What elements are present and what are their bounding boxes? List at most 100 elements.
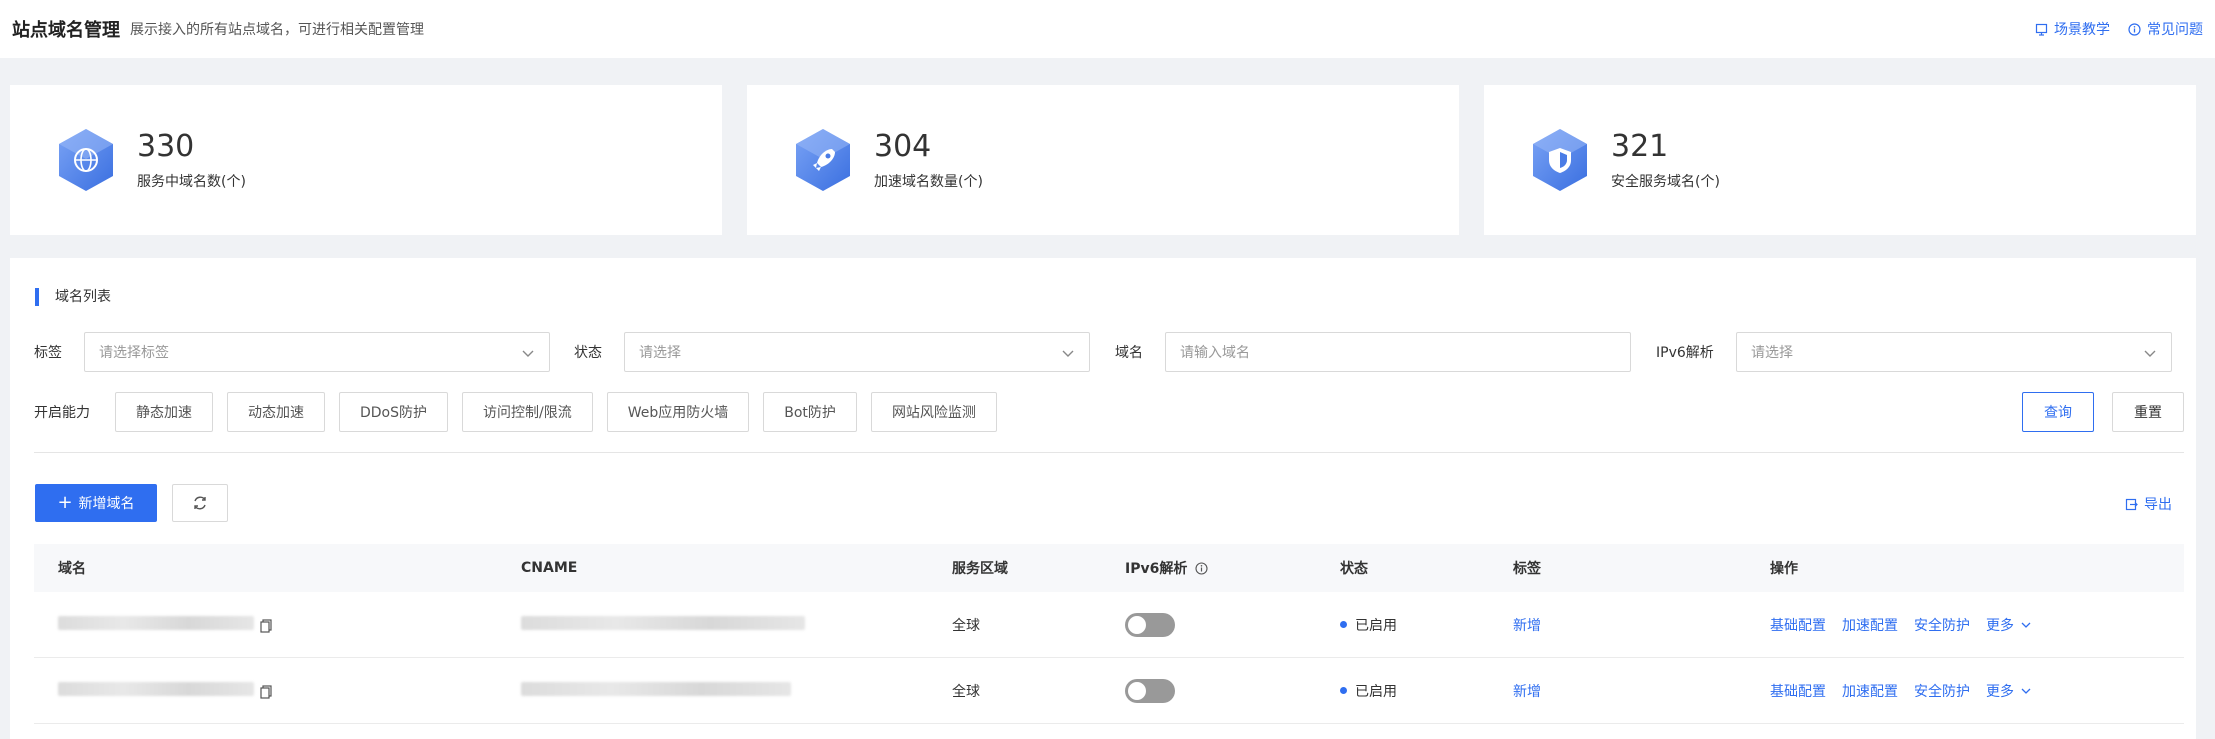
- chevron-down-icon: [1062, 350, 1074, 357]
- actions-cell: 基础配置 加速配置 安全防护 更多: [1770, 681, 2184, 701]
- basic-config-link[interactable]: 基础配置: [1770, 681, 1826, 701]
- tag-add-link[interactable]: 新增: [1513, 681, 1770, 701]
- reset-button[interactable]: 重置: [2112, 392, 2184, 432]
- tag-select[interactable]: 请选择标签: [84, 332, 550, 372]
- export-icon: [2125, 498, 2138, 510]
- status-select[interactable]: 请选择: [624, 332, 1090, 372]
- info-icon[interactable]: [1195, 561, 1208, 575]
- stats-row: 330 服务中域名数(个) 304 加速域名数量(个) 321 安全服务域名(个…: [10, 85, 2196, 235]
- cname-cell: [521, 615, 952, 634]
- ipv6-toggle[interactable]: [1125, 678, 1175, 703]
- ipv6-select[interactable]: 请选择: [1736, 332, 2172, 372]
- col-actions: 操作: [1770, 561, 1798, 577]
- tutorial-link[interactable]: 场景教学: [2035, 19, 2110, 39]
- rocket-icon: [792, 127, 854, 193]
- capability-row: 开启能力 静态加速 动态加速 DDoS防护 访问控制/限流 Web应用防火墙 B…: [34, 392, 2184, 432]
- add-domain-label: 新增域名: [78, 496, 135, 512]
- filter-row: 标签 请选择标签 状态 请选择 域名 请输入域名 IPv6解析 请选择: [34, 332, 2184, 372]
- export-link[interactable]: 导出: [2125, 494, 2172, 514]
- status-cell: 已启用: [1340, 615, 1513, 635]
- stat-label: 服务中域名数(个): [137, 173, 246, 190]
- faq-link[interactable]: 常见问题: [2128, 19, 2203, 39]
- stat-label: 加速域名数量(个): [874, 173, 983, 190]
- query-button[interactable]: 查询: [2022, 392, 2094, 432]
- status-text: 已启用: [1355, 683, 1397, 700]
- actions-cell: 基础配置 加速配置 安全防护 更多: [1770, 615, 2184, 635]
- capability-static-accel[interactable]: 静态加速: [115, 392, 213, 432]
- capability-risk-monitor[interactable]: 网站风险监测: [870, 392, 997, 432]
- redacted-cname: [521, 615, 805, 630]
- chevron-down-icon: [2021, 688, 2031, 694]
- status-filter-label: 状态: [574, 345, 602, 361]
- table-header: 域名 CNAME 服务区域 IPv6解析 状态 标签 操作: [34, 544, 2184, 592]
- status-dot: [1340, 621, 1347, 628]
- stat-card-serving: 330 服务中域名数(个): [10, 85, 722, 235]
- capability-waf[interactable]: Web应用防火墙: [606, 392, 750, 432]
- domain-filter-label: 域名: [1115, 345, 1143, 361]
- stat-value: 304: [874, 128, 932, 164]
- capability-dynamic-accel[interactable]: 动态加速: [227, 392, 325, 432]
- chevron-down-icon: [522, 350, 534, 357]
- copy-icon[interactable]: [260, 684, 273, 699]
- domain-cell: [34, 615, 521, 634]
- domain-table: 域名 CNAME 服务区域 IPv6解析 状态 标签 操作 全球 已启用 新增 …: [34, 544, 2184, 724]
- col-region: 服务区域: [952, 561, 1008, 577]
- faq-link-label: 常见问题: [2147, 22, 2203, 38]
- col-tag: 标签: [1513, 561, 1541, 577]
- more-dropdown[interactable]: 更多: [1986, 681, 2032, 701]
- status-text: 已启用: [1355, 617, 1397, 634]
- domain-input[interactable]: 请输入域名: [1165, 332, 1631, 372]
- info-icon: [2128, 22, 2141, 36]
- header-links: 场景教学 常见问题: [2035, 19, 2203, 39]
- region-cell: 全球: [952, 617, 980, 634]
- copy-icon[interactable]: [260, 618, 273, 633]
- region-cell: 全球: [952, 683, 980, 700]
- col-ipv6-label: IPv6解析: [1125, 561, 1188, 577]
- redacted-domain: [58, 681, 254, 696]
- globe-icon: [55, 127, 117, 193]
- ipv6-filter-label: IPv6解析: [1656, 345, 1714, 361]
- tag-select-placeholder: 请选择标签: [99, 345, 169, 361]
- col-cname: CNAME: [521, 560, 578, 576]
- stat-card-accelerated: 304 加速域名数量(个): [747, 85, 1459, 235]
- capability-ddos[interactable]: DDoS防护: [339, 392, 449, 432]
- capability-bot[interactable]: Bot防护: [763, 392, 857, 432]
- more-dropdown[interactable]: 更多: [1986, 615, 2032, 635]
- capability-label: 开启能力: [34, 405, 90, 421]
- ipv6-select-placeholder: 请选择: [1751, 345, 1793, 361]
- status-cell: 已启用: [1340, 681, 1513, 701]
- domain-list-panel: 域名列表 标签 请选择标签 状态 请选择 域名 请输入域名 IPv6解析 请选择…: [10, 258, 2196, 739]
- table-row: 全球 已启用 新增 基础配置 加速配置 安全防护 更多: [34, 592, 2184, 658]
- plus-icon: +: [57, 492, 73, 513]
- capability-access-control[interactable]: 访问控制/限流: [462, 392, 593, 432]
- accel-config-link[interactable]: 加速配置: [1842, 615, 1898, 635]
- redacted-domain: [58, 615, 254, 630]
- stat-value: 321: [1611, 128, 1669, 164]
- refresh-button[interactable]: [172, 484, 228, 522]
- ipv6-cell: [1125, 612, 1340, 637]
- stat-card-security: 321 安全服务域名(个): [1484, 85, 2196, 235]
- tutorial-link-label: 场景教学: [2054, 22, 2110, 38]
- basic-config-link[interactable]: 基础配置: [1770, 615, 1826, 635]
- ipv6-toggle[interactable]: [1125, 612, 1175, 637]
- security-link[interactable]: 安全防护: [1914, 681, 1970, 701]
- col-ipv6: IPv6解析: [1125, 558, 1340, 578]
- col-status: 状态: [1340, 561, 1368, 577]
- col-domain: 域名: [58, 561, 86, 577]
- export-label: 导出: [2144, 497, 2172, 513]
- more-label: 更多: [1986, 683, 2014, 700]
- status-dot: [1340, 687, 1347, 694]
- security-link[interactable]: 安全防护: [1914, 615, 1970, 635]
- ipv6-cell: [1125, 678, 1340, 703]
- shield-icon: [1529, 127, 1591, 193]
- add-domain-button[interactable]: + 新增域名: [35, 484, 157, 522]
- stat-label: 安全服务域名(个): [1611, 173, 1720, 190]
- refresh-icon: [194, 496, 206, 510]
- section-title: 域名列表: [35, 288, 111, 306]
- page-title: 站点域名管理: [12, 20, 120, 41]
- table-row: 全球 已启用 新增 基础配置 加速配置 安全防护 更多: [34, 658, 2184, 724]
- tag-add-link[interactable]: 新增: [1513, 615, 1770, 635]
- accel-config-link[interactable]: 加速配置: [1842, 681, 1898, 701]
- domain-cell: [34, 681, 521, 700]
- status-select-placeholder: 请选择: [639, 345, 681, 361]
